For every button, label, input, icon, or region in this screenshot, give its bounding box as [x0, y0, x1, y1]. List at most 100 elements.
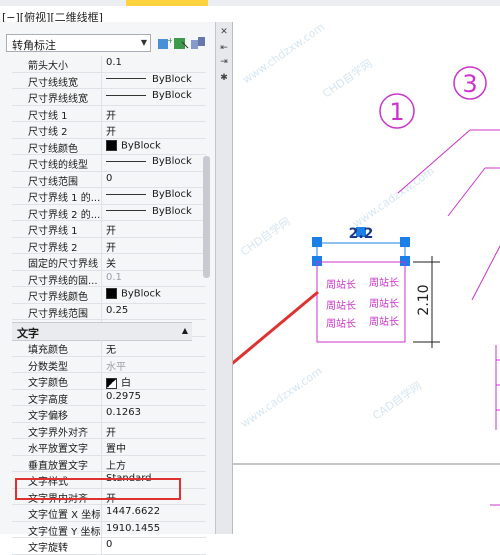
quick-select-icon[interactable] — [190, 35, 206, 51]
property-row[interactable]: 尺寸线颜色 ByBlock — [12, 138, 206, 155]
watermark: www.cadzxw.com — [238, 364, 325, 430]
property-row[interactable]: 尺寸界线范围 0.25 — [12, 303, 206, 320]
object-type-dropdown[interactable]: 转角标注 ▼ — [6, 34, 151, 52]
property-value[interactable]: ByBlock — [106, 288, 161, 300]
property-value-text: 无 — [106, 345, 116, 356]
autohide-icon[interactable]: ⇤ — [218, 42, 230, 54]
property-row[interactable]: 文字高度 0.2975 — [12, 389, 206, 406]
property-name: 尺寸界线的固... — [28, 275, 98, 287]
property-value[interactable]: 开 — [106, 239, 116, 254]
property-value[interactable]: ByBlock — [106, 156, 192, 167]
property-value[interactable]: 开 — [106, 222, 116, 237]
property-value-text: 1447.6622 — [106, 506, 161, 517]
toggle-pickadd-icon[interactable]: + — [156, 35, 172, 51]
property-row[interactable]: 尺寸线范围 0 — [12, 171, 206, 188]
property-row[interactable]: 箭头大小 0.1 — [12, 56, 206, 73]
watermark: CHD自学网 — [238, 214, 293, 258]
property-row[interactable]: 尺寸线线宽 ByBlock — [12, 72, 206, 89]
property-row[interactable]: 尺寸界线 1 的... ByBlock — [12, 188, 206, 205]
property-row[interactable]: 固定的尺寸界线关 — [12, 254, 206, 271]
property-value[interactable]: 1910.1455 — [106, 523, 160, 534]
property-grid-dimension-lines: 箭头大小 0.1 尺寸线线宽 ByBlock 尺寸界线线宽 ByBlock 尺寸线 1 开尺寸… — [12, 56, 206, 337]
gear-icon[interactable]: ✱ — [218, 72, 230, 84]
property-row[interactable]: 文字颜色 白 — [12, 373, 206, 390]
property-value-text: 0.1 — [106, 57, 122, 68]
property-value[interactable]: 0.1 — [106, 57, 122, 68]
close-icon[interactable]: ✕ — [218, 26, 230, 38]
lineweight-sample — [106, 160, 146, 162]
select-objects-icon[interactable] — [173, 35, 189, 51]
property-name: 文字界外对齐 — [28, 427, 88, 439]
property-name: 文字旋转 — [28, 543, 68, 554]
palette-title-strip[interactable]: ✕ ⇤ ⇥ ✱ — [215, 22, 232, 534]
property-row[interactable]: 水平放置文字 置中 — [12, 439, 206, 456]
property-row[interactable]: 尺寸界线线宽 ByBlock — [12, 89, 206, 106]
object-type-value: 转角标注 — [12, 39, 56, 52]
property-row[interactable]: 文字界外对齐 开 — [12, 422, 206, 439]
property-row[interactable]: 尺寸界线 2 的... ByBlock — [12, 204, 206, 221]
property-value[interactable]: 0 — [106, 173, 112, 184]
property-value-text: 开 — [106, 127, 116, 138]
section-header-text[interactable]: 文字 ▲ — [12, 322, 192, 341]
property-row[interactable]: 垂直放置文字 上方 — [12, 455, 206, 472]
property-value[interactable]: 无 — [106, 341, 116, 356]
property-value[interactable]: 白 — [106, 374, 131, 389]
property-name: 填充颜色 — [28, 345, 68, 356]
property-value[interactable]: ByBlock — [106, 74, 192, 85]
property-value[interactable]: 水平 — [106, 358, 126, 373]
watermark: CAD自学网 — [370, 378, 424, 422]
property-value[interactable]: 置中 — [106, 440, 126, 455]
lineweight-sample — [106, 94, 146, 96]
property-value[interactable]: ByBlock — [106, 90, 192, 101]
property-name: 固定的尺寸界线 — [28, 259, 98, 270]
properties-palette[interactable]: 转角标注 ▼ + ✕ ⇤ ⇥ ✱ 箭头大小 0.1 尺寸线线宽 ByBlock 尺寸界线… — [0, 22, 233, 555]
property-row[interactable]: 尺寸界线 1 开 — [12, 221, 206, 238]
property-value-text: ByBlock — [152, 189, 192, 200]
property-value[interactable]: 开 — [106, 424, 116, 439]
property-row[interactable]: 文字偏移 0.1263 — [12, 406, 206, 423]
property-name: 分数类型 — [28, 361, 68, 373]
property-row[interactable]: 尺寸界线 2 开 — [12, 237, 206, 254]
property-value-text: ByBlock — [152, 90, 192, 101]
property-row[interactable]: 尺寸线 2 开 — [12, 122, 206, 139]
property-value[interactable]: 0.1 — [106, 272, 122, 283]
watermark: CHD自学网 — [320, 56, 375, 100]
color-swatch — [106, 377, 117, 389]
property-row[interactable]: 分数类型 水平 — [12, 356, 206, 373]
pin-icon[interactable]: ⇥ — [218, 56, 230, 68]
property-value[interactable]: 1447.6622 — [106, 506, 160, 517]
property-row[interactable]: 尺寸界线颜色 ByBlock — [12, 287, 206, 304]
property-row[interactable]: 尺寸界线的固... 0.1 — [12, 270, 206, 287]
property-value[interactable]: 0.25 — [106, 305, 128, 316]
property-value[interactable]: ByBlock — [106, 139, 161, 151]
property-value[interactable]: ByBlock — [106, 189, 192, 200]
property-name: 文字颜色 — [28, 378, 68, 389]
palette-scrollbar[interactable] — [203, 156, 210, 278]
room-label: 周站长 — [369, 276, 399, 289]
property-name: 箭头大小 — [28, 61, 68, 72]
property-value[interactable]: 0 — [106, 539, 112, 550]
property-value-text: 0 — [106, 172, 113, 184]
property-row[interactable]: 文字旋转 0 — [12, 538, 206, 555]
property-value[interactable]: 关 — [106, 255, 116, 270]
leader-line — [447, 167, 486, 217]
color-swatch — [106, 139, 117, 151]
property-value-text: 开 — [106, 110, 116, 122]
property-value[interactable]: 开 — [106, 107, 116, 122]
leader-line — [397, 129, 471, 194]
property-row[interactable]: 尺寸线的线型 ByBlock — [12, 155, 206, 172]
property-value[interactable]: 0.1263 — [106, 407, 141, 418]
property-row[interactable]: 文字位置 Y 坐标 1910.1455 — [12, 521, 206, 538]
property-value[interactable]: 开 — [106, 123, 116, 138]
property-value[interactable]: ByBlock — [106, 206, 192, 217]
room-label: 周站长 — [369, 315, 399, 328]
property-row[interactable]: 尺寸线 1 开 — [12, 105, 206, 122]
property-name: 尺寸线线宽 — [28, 77, 78, 89]
chevron-down-icon: ▲ — [181, 326, 188, 335]
property-value[interactable]: 0.2975 — [106, 391, 141, 402]
property-value[interactable]: 上方 — [106, 457, 126, 472]
property-name: 尺寸界线 2 的... — [28, 209, 100, 221]
property-row[interactable]: 填充颜色 无 — [12, 340, 206, 357]
property-row[interactable]: 文字位置 X 坐标 1447.6622 — [12, 505, 206, 522]
property-value-text: ByBlock — [152, 205, 192, 217]
